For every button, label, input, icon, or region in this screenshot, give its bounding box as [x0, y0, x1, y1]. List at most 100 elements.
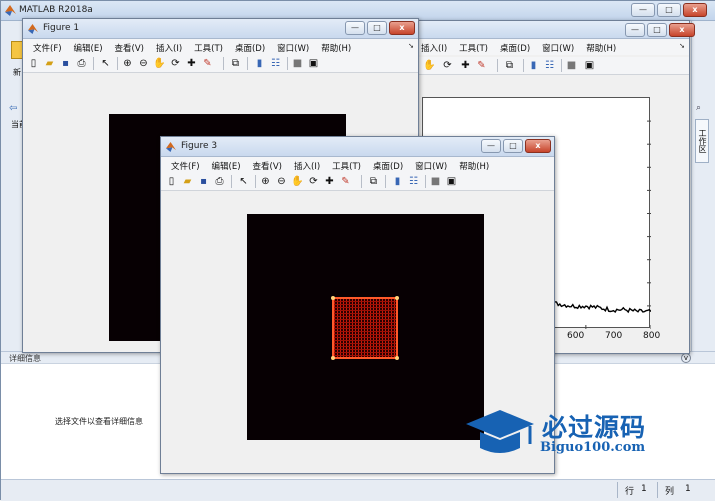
menu-tools[interactable]: 工具(T)	[326, 160, 367, 172]
menu-window[interactable]: 窗口(W)	[536, 42, 580, 54]
pan-icon[interactable]: ✋	[423, 59, 436, 72]
brush-icon[interactable]: ✎	[475, 59, 488, 72]
data-cursor-icon[interactable]: ✚	[459, 59, 472, 72]
figure-3-image[interactable]	[247, 214, 484, 440]
menu-edit[interactable]: 编辑(E)	[206, 160, 247, 172]
menubar-arrow-icon[interactable]: ➘	[679, 42, 685, 50]
menu-tools[interactable]: 工具(T)	[453, 42, 494, 54]
matlab-maximize-button[interactable]: □	[657, 3, 681, 17]
menu-tools[interactable]: 工具(T)	[188, 42, 229, 54]
workspace-tab[interactable]: 工作区	[695, 119, 709, 163]
menu-window[interactable]: 窗口(W)	[271, 42, 315, 54]
link-plot-icon[interactable]: ⧉	[229, 57, 242, 70]
zoom-in-icon[interactable]: ⊕	[121, 57, 134, 70]
zoom-in-icon[interactable]: ⊕	[259, 175, 272, 188]
edit-plot-icon[interactable]: ↖	[99, 57, 112, 70]
data-cursor-icon[interactable]: ✚	[185, 57, 198, 70]
link-plot-icon[interactable]: ⧉	[503, 59, 516, 72]
bg-figure-menubar: 插入(I) 工具(T) 桌面(D) 窗口(W) 帮助(H) ➘	[411, 39, 689, 55]
hide-plot-tools-icon[interactable]: ■	[429, 175, 442, 188]
link-plot-icon[interactable]: ⧉	[367, 175, 380, 188]
edit-plot-icon[interactable]: ↖	[237, 175, 250, 188]
menu-edit[interactable]: 编辑(E)	[68, 42, 109, 54]
bg-figure-minimize-button[interactable]: —	[625, 23, 645, 37]
menu-file[interactable]: 文件(F)	[165, 160, 206, 172]
menu-view[interactable]: 查看(V)	[247, 160, 288, 172]
colorbar-icon[interactable]: ▮	[527, 59, 540, 72]
open-file-icon[interactable]: ▰	[43, 57, 56, 70]
status-separator	[617, 482, 618, 498]
matlab-minimize-button[interactable]: —	[631, 3, 655, 17]
print-icon[interactable]: ⎙	[213, 175, 226, 188]
menu-help[interactable]: 帮助(H)	[580, 42, 622, 54]
toolbar-separator	[255, 175, 256, 188]
bg-figure-toolbar: ✋ ⟳ ✚ ✎ ⧉ ▮ ☷ ■ ▣	[411, 57, 689, 75]
search-icon[interactable]: ⌕	[696, 103, 701, 113]
matlab-window-title: MATLAB R2018a	[19, 5, 93, 15]
menu-help[interactable]: 帮助(H)	[453, 160, 495, 172]
matlab-close-button[interactable]: x	[683, 3, 707, 17]
bg-figure-close-button[interactable]: x	[669, 23, 695, 37]
legend-icon[interactable]: ☷	[269, 57, 282, 70]
corner-highlight	[395, 296, 399, 300]
open-file-icon[interactable]: ▰	[181, 175, 194, 188]
menu-desktop[interactable]: 桌面(D)	[367, 160, 409, 172]
rotate-icon[interactable]: ⟳	[441, 59, 454, 72]
status-bar: 行 1 列 1	[1, 479, 715, 501]
bg-figure-maximize-button[interactable]: □	[647, 23, 667, 37]
figure-3-maximize-button[interactable]: □	[503, 139, 523, 153]
menu-insert[interactable]: 插入(I)	[288, 160, 326, 172]
pan-icon[interactable]: ✋	[291, 175, 304, 188]
zoom-out-icon[interactable]: ⊖	[275, 175, 288, 188]
matlab-logo-icon	[28, 23, 38, 34]
figure-1-toolbar: ▯ ▰ ▪ ⎙ ↖ ⊕ ⊖ ✋ ⟳ ✚ ✎ ⧉ ▮ ☷ ■ ▣	[23, 55, 418, 73]
figure-3-toolbar: ▯ ▰ ▪ ⎙ ↖ ⊕ ⊖ ✋ ⟳ ✚ ✎ ⧉ ▮ ☷ ■ ▣	[161, 173, 554, 191]
matlab-logo-icon	[166, 141, 176, 152]
rotate-icon[interactable]: ⟳	[169, 57, 182, 70]
colorbar-icon[interactable]: ▮	[391, 175, 404, 188]
save-icon[interactable]: ▪	[197, 175, 210, 188]
new-button-label[interactable]: 新	[13, 67, 21, 78]
legend-icon[interactable]: ☷	[407, 175, 420, 188]
menu-insert[interactable]: 插入(I)	[150, 42, 188, 54]
menu-desktop[interactable]: 桌面(D)	[229, 42, 271, 54]
show-plot-tools-icon[interactable]: ▣	[445, 175, 458, 188]
figure-1-menubar: 文件(F) 编辑(E) 查看(V) 插入(I) 工具(T) 桌面(D) 窗口(W…	[23, 39, 418, 55]
menu-view[interactable]: 查看(V)	[109, 42, 150, 54]
new-figure-icon[interactable]: ▯	[165, 175, 178, 188]
watermark-brand-text: 必过源码	[542, 413, 647, 442]
graduation-cap-logo-icon	[466, 410, 534, 453]
figure-3-close-button[interactable]: x	[525, 139, 551, 153]
new-figure-icon[interactable]: ▯	[27, 57, 40, 70]
toolbar-separator	[561, 59, 562, 72]
print-icon[interactable]: ⎙	[75, 57, 88, 70]
back-arrow-icon[interactable]: ⇦	[9, 103, 17, 114]
figure-1-maximize-button[interactable]: □	[367, 21, 387, 35]
toolbar-separator	[523, 59, 524, 72]
save-icon[interactable]: ▪	[59, 57, 72, 70]
hide-plot-tools-icon[interactable]: ■	[291, 57, 304, 70]
figure-1-close-button[interactable]: x	[389, 21, 415, 35]
show-plot-tools-icon[interactable]: ▣	[583, 59, 596, 72]
brush-icon[interactable]: ✎	[201, 57, 214, 70]
legend-icon[interactable]: ☷	[543, 59, 556, 72]
rotate-icon[interactable]: ⟳	[307, 175, 320, 188]
menu-insert[interactable]: 插入(I)	[415, 42, 453, 54]
chevron-down-icon[interactable]: v	[681, 353, 691, 363]
toolbar-separator	[117, 57, 118, 70]
menu-desktop[interactable]: 桌面(D)	[494, 42, 536, 54]
menu-window[interactable]: 窗口(W)	[409, 160, 453, 172]
menubar-arrow-icon[interactable]: ➘	[408, 42, 414, 50]
data-cursor-icon[interactable]: ✚	[323, 175, 336, 188]
colorbar-icon[interactable]: ▮	[253, 57, 266, 70]
hide-plot-tools-icon[interactable]: ■	[565, 59, 578, 72]
details-title: 详细信息	[9, 354, 41, 363]
figure-1-minimize-button[interactable]: —	[345, 21, 365, 35]
menu-help[interactable]: 帮助(H)	[315, 42, 357, 54]
menu-file[interactable]: 文件(F)	[27, 42, 68, 54]
show-plot-tools-icon[interactable]: ▣	[307, 57, 320, 70]
pan-icon[interactable]: ✋	[153, 57, 166, 70]
zoom-out-icon[interactable]: ⊖	[137, 57, 150, 70]
brush-icon[interactable]: ✎	[339, 175, 352, 188]
figure-3-minimize-button[interactable]: —	[481, 139, 501, 153]
